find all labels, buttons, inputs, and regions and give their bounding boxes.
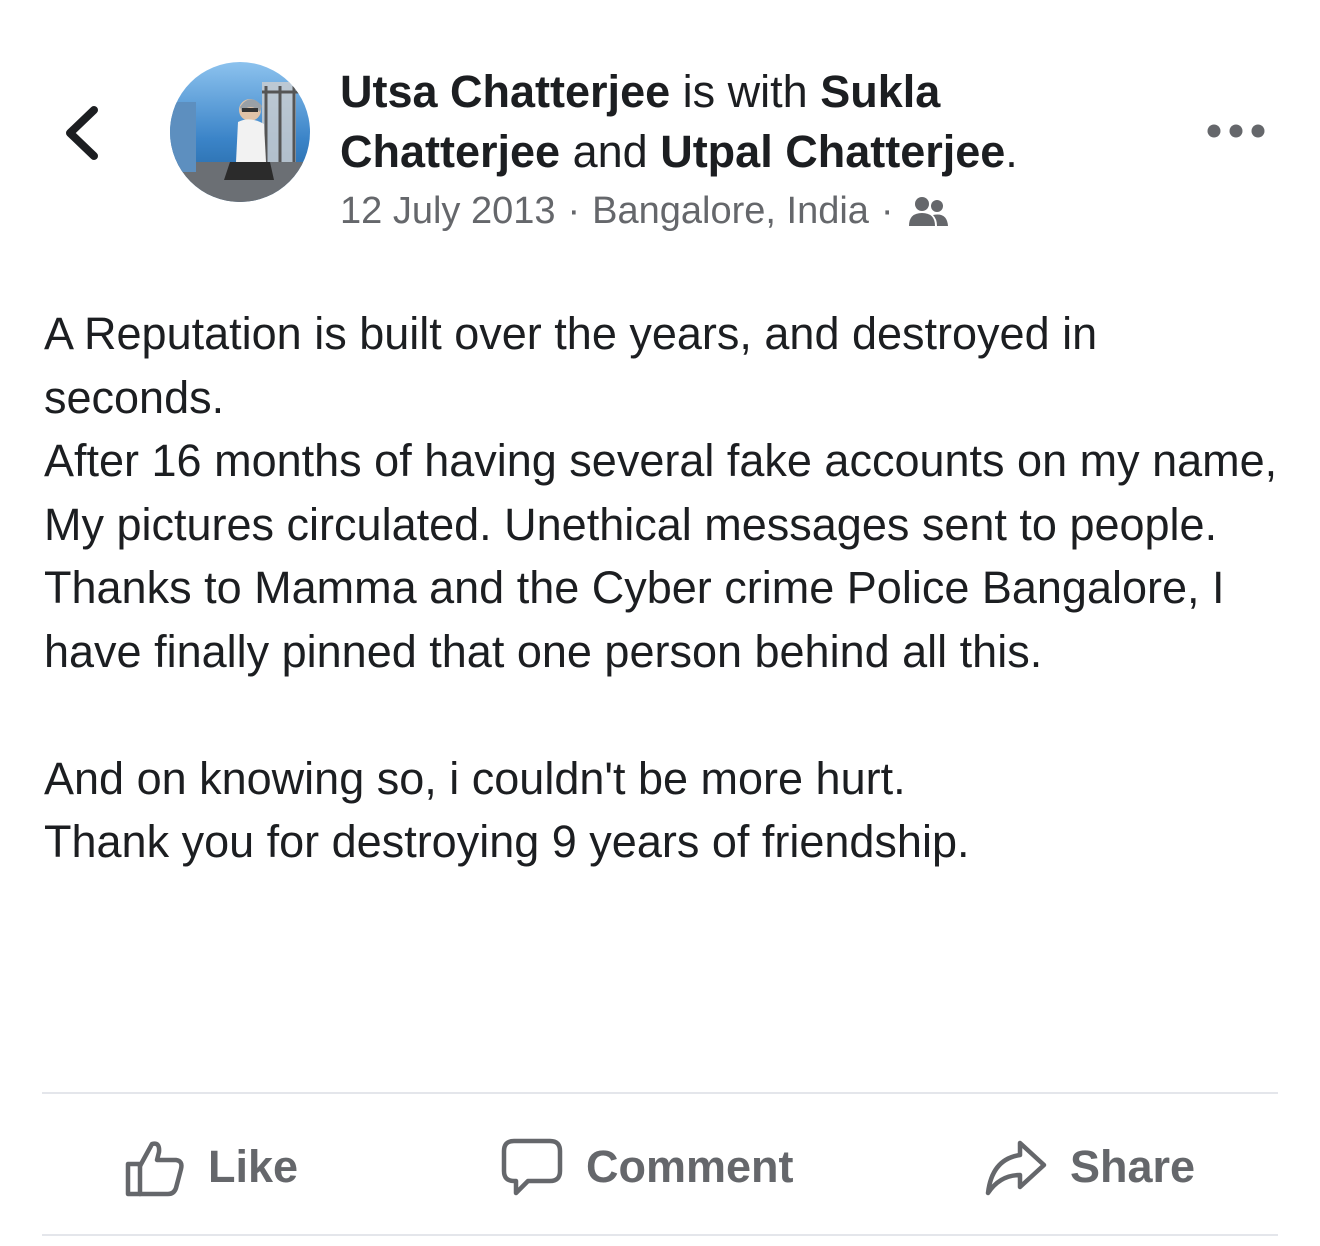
like-label: Like xyxy=(208,1141,299,1192)
profile-photo xyxy=(170,62,310,202)
chevron-left-icon xyxy=(66,106,98,160)
back-button[interactable] xyxy=(58,98,108,168)
and-text: and xyxy=(572,126,648,177)
post-meta: 12 July 2013 · Bangalore, India · xyxy=(340,190,1160,233)
comment-icon xyxy=(501,1138,563,1196)
post-date[interactable]: 12 July 2013 xyxy=(340,190,556,233)
post-body: A Reputation is built over the years, an… xyxy=(44,302,1284,874)
divider-bottom xyxy=(42,1234,1278,1236)
post-paragraph: And on knowing so, i couldn't be more hu… xyxy=(44,752,906,804)
post-paragraph: My pictures circulated. Unethical messag… xyxy=(44,498,1218,550)
post-location[interactable]: Bangalore, India xyxy=(592,190,869,233)
post-paragraph: Thank you for destroying 9 years of frie… xyxy=(44,816,970,867)
more-horizontal-icon xyxy=(1207,124,1265,138)
meta-separator: · xyxy=(567,190,581,232)
comment-button[interactable]: Comment xyxy=(500,1130,794,1204)
post-paragraph: Thanks to Mamma and the Cyber crime Poli… xyxy=(44,562,1225,677)
divider-top xyxy=(42,1092,1278,1094)
comment-label: Comment xyxy=(586,1141,794,1192)
share-label: Share xyxy=(1070,1141,1196,1192)
share-button[interactable]: Share xyxy=(984,1130,1195,1204)
action-bar: Like Comment Share xyxy=(42,1110,1278,1222)
post-header: Utsa Chatterjee is with Sukla Chatterjee… xyxy=(340,62,1160,233)
with-text: is with xyxy=(682,66,808,117)
author-name[interactable]: Utsa Chatterjee xyxy=(340,66,670,117)
post-paragraph: After 16 months of having several fake a… xyxy=(44,435,1278,486)
avatar[interactable] xyxy=(170,62,310,202)
friends-icon[interactable] xyxy=(906,194,950,230)
title-period: . xyxy=(1005,126,1018,177)
like-button[interactable]: Like xyxy=(124,1130,298,1204)
post-title: Utsa Chatterjee is with Sukla Chatterjee… xyxy=(340,62,1160,182)
share-icon xyxy=(985,1140,1047,1196)
tagged-person-2[interactable]: Utpal Chatterjee xyxy=(660,126,1005,177)
more-options-button[interactable] xyxy=(1204,115,1268,147)
post-paragraph: A Reputation is built over the years, an… xyxy=(44,308,1098,423)
thumbs-up-icon xyxy=(125,1141,184,1197)
meta-separator: · xyxy=(880,190,894,232)
